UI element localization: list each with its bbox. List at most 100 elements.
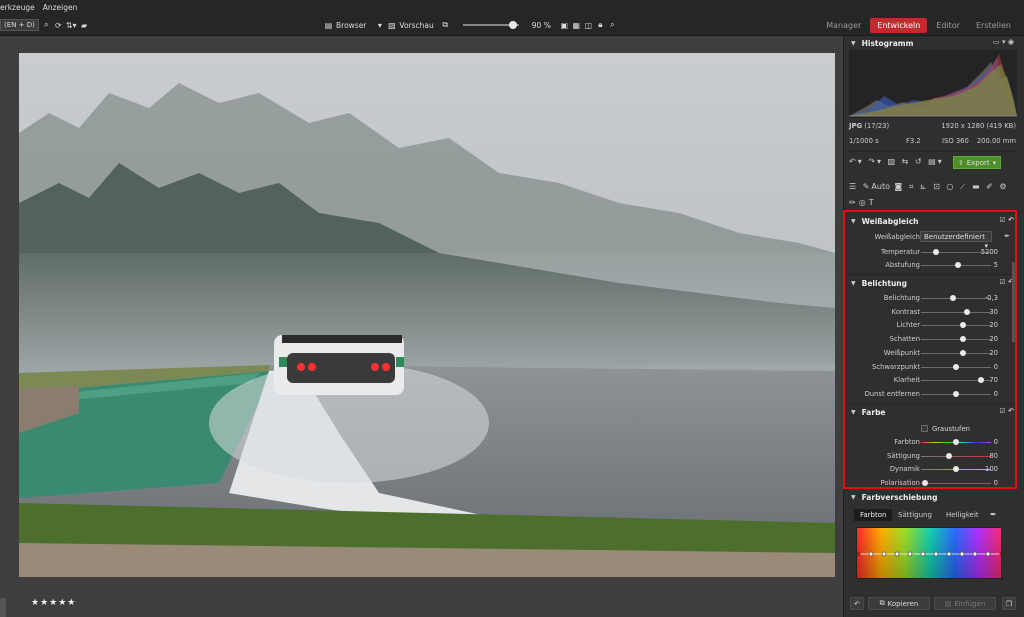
preview-icon[interactable]: ▧ xyxy=(387,20,396,30)
duplicate-button[interactable]: ❐ xyxy=(1002,597,1016,610)
exposure-slider-value[interactable]: 30 xyxy=(989,308,998,316)
language-combo[interactable]: (EN + D) xyxy=(0,19,39,31)
search-icon[interactable]: ⌕ xyxy=(42,20,51,30)
presets-icon[interactable]: ☰ xyxy=(849,182,858,191)
exposure-slider-value[interactable]: 20 xyxy=(989,335,998,343)
menu-item-view[interactable]: Anzeigen xyxy=(43,3,78,12)
redo-icon[interactable]: ↷▾ xyxy=(868,157,883,166)
mode-entwickeln[interactable]: Entwickeln xyxy=(870,17,928,33)
color-slider-knob[interactable] xyxy=(953,466,959,472)
exposure-slider-knob[interactable] xyxy=(960,349,966,356)
color-slider-value[interactable]: 0 xyxy=(994,479,998,487)
collapse-icon[interactable]: ▼ xyxy=(851,494,856,501)
camera-icon[interactable]: ◙ xyxy=(895,182,905,191)
mode-erstellen[interactable]: Erstellen xyxy=(969,18,1018,33)
straighten-icon[interactable]: ⊾ xyxy=(920,182,929,191)
perspective-icon[interactable]: ⊡ xyxy=(933,182,942,191)
exposure-slider-track[interactable] xyxy=(921,390,991,397)
exposure-header[interactable]: ▼ Belichtung ☑ ↶ xyxy=(844,276,1020,290)
white-balance-slider-track[interactable] xyxy=(921,262,991,268)
exposure-slider-value[interactable]: 20 xyxy=(989,321,998,329)
print-icon[interactable]: ▤▾ xyxy=(928,157,944,166)
compare-icon[interactable]: ◫ xyxy=(584,20,593,30)
collapse-icon[interactable]: ▼ xyxy=(851,218,856,225)
new-folder-icon[interactable]: ▰ xyxy=(80,20,89,30)
menu-item-tools[interactable]: erkzeuge xyxy=(0,3,35,12)
mode-editor[interactable]: Editor xyxy=(929,18,967,33)
external-icon[interactable]: ⧉ xyxy=(441,20,450,30)
white-balance-slider-value[interactable]: 5200 xyxy=(981,248,998,256)
color-slider-knob[interactable] xyxy=(953,439,959,445)
text-icon[interactable]: T xyxy=(869,198,877,207)
rating-stars[interactable]: ★★★★★ xyxy=(31,598,76,608)
zoom-slider-knob[interactable] xyxy=(509,21,518,29)
reset-icon[interactable]: ↺ xyxy=(915,157,924,166)
copy-settings-icon[interactable]: ⇆ xyxy=(902,157,911,166)
color-slider-knob[interactable] xyxy=(946,452,952,459)
exposure-slider-knob[interactable] xyxy=(953,390,959,397)
exposure-slider-knob[interactable] xyxy=(949,295,956,301)
exposure-slider-knob[interactable] xyxy=(977,377,984,384)
color-shift-header[interactable]: ▼ Farbverschiebung xyxy=(844,490,1020,504)
color-slider-track[interactable] xyxy=(921,466,991,472)
panel-scrollbar[interactable] xyxy=(1012,262,1015,342)
sort-icon[interactable]: ⇅▾ xyxy=(66,20,77,30)
tab-sättigung[interactable]: Sättigung xyxy=(892,509,938,521)
snapshot-icon[interactable]: ▧ xyxy=(888,157,898,166)
dropdown-icon[interactable]: ▾ xyxy=(375,20,384,30)
undo-icon[interactable]: ↶▾ xyxy=(849,157,864,166)
grid-icon[interactable]: ▦ xyxy=(572,20,581,30)
exposure-slider-value[interactable]: -0,3 xyxy=(985,294,998,302)
browser-button[interactable]: Browser xyxy=(336,21,366,30)
exposure-slider-track[interactable] xyxy=(921,308,991,315)
preview-button[interactable]: Vorschau xyxy=(399,21,433,30)
color-slider-track[interactable] xyxy=(921,479,991,486)
settings-gear-icon[interactable]: ⚙ xyxy=(999,182,1008,191)
crop-icon[interactable]: ⌗ xyxy=(909,182,916,191)
section-toggle-icon[interactable]: ☑ ↶ xyxy=(999,407,1014,415)
export-button[interactable]: ⇪ Export ▾ xyxy=(953,156,1001,169)
brush-icon[interactable]: ✐ xyxy=(986,182,995,191)
auto-button[interactable]: Auto xyxy=(871,182,890,191)
retouch-icon[interactable]: ✏ xyxy=(849,198,859,207)
redeye-icon[interactable]: ◎ xyxy=(859,198,869,207)
mode-manager[interactable]: Manager xyxy=(819,18,868,33)
section-toggle-icon[interactable]: ☑ ↶ xyxy=(999,216,1014,224)
collapse-icon[interactable]: ▼ xyxy=(851,280,856,287)
exposure-slider-value[interactable]: 20 xyxy=(989,349,998,357)
collapse-icon[interactable]: ▼ xyxy=(851,40,856,47)
browser-icon[interactable]: ▤ xyxy=(324,20,333,30)
exposure-slider-knob[interactable] xyxy=(960,322,966,329)
refresh-icon[interactable]: ⟳ xyxy=(54,20,63,30)
zoom-tool-icon[interactable]: ⌕ xyxy=(608,20,617,30)
paste-button[interactable]: ▤ Einfügen xyxy=(934,597,996,610)
exposure-slider-track[interactable] xyxy=(921,322,991,329)
white-balance-slider-knob[interactable] xyxy=(933,249,940,255)
color-shift-spectrum[interactable] xyxy=(856,527,1002,579)
color-slider-knob[interactable] xyxy=(921,479,928,486)
copy-button[interactable]: ⧉ Kopieren xyxy=(868,597,930,610)
color-slider-value[interactable]: 80 xyxy=(989,452,998,460)
tab-farbton[interactable]: Farbton xyxy=(854,509,893,521)
histogram-header[interactable]: ▼ Histogramm ▭ ▾ ◉ xyxy=(844,36,1020,50)
color-slider-track[interactable] xyxy=(921,452,991,459)
grayscale-checkbox[interactable] xyxy=(921,425,928,432)
white-balance-mode-select[interactable]: Benutzerdefiniert ▾ xyxy=(920,231,992,250)
back-button[interactable]: ↶ xyxy=(850,597,864,610)
eyedropper-icon[interactable]: ✒ xyxy=(1004,232,1010,240)
exposure-slider-value[interactable]: 0 xyxy=(994,390,998,398)
white-balance-slider-knob[interactable] xyxy=(955,262,962,268)
exposure-slider-knob[interactable] xyxy=(963,308,970,315)
exposure-slider-knob[interactable] xyxy=(953,363,959,370)
white-balance-slider-value[interactable]: 5 xyxy=(994,261,998,269)
zoom-slider[interactable] xyxy=(462,21,519,29)
exposure-slider-knob[interactable] xyxy=(960,336,966,343)
lock-icon[interactable]: 🔒︎ xyxy=(596,20,605,30)
eyedropper-icon[interactable]: ✒ xyxy=(990,510,997,519)
gradient-icon[interactable]: ⟋ xyxy=(960,182,968,191)
histogram-options-icon[interactable]: ▭ ▾ ◉ xyxy=(993,38,1014,46)
color-slider-value[interactable]: 100 xyxy=(985,465,998,473)
exposure-slider-track[interactable] xyxy=(921,336,991,343)
radial-icon[interactable]: ○ xyxy=(946,182,955,191)
color-slider-value[interactable]: 0 xyxy=(994,438,998,446)
